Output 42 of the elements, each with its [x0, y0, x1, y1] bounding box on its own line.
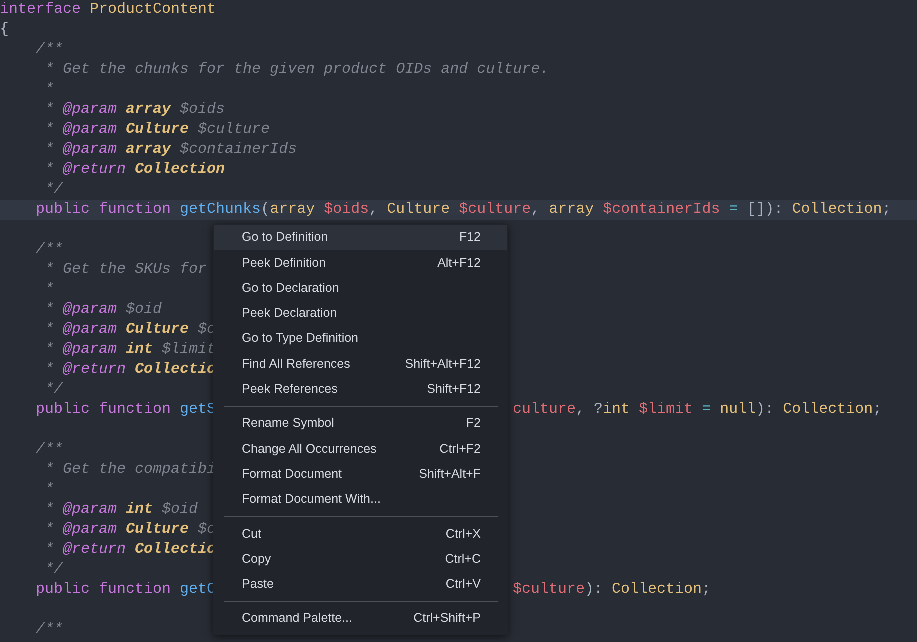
- code-line: * @return Collectio: [44, 540, 216, 560]
- code-line: $culture): Collection;: [513, 580, 712, 600]
- menu-item[interactable]: Rename Symbol F2: [214, 411, 507, 436]
- code-line: *: [44, 280, 54, 300]
- code-line: */: [44, 380, 64, 400]
- menu-item[interactable]: Find All References Shift+Alt+F12: [214, 351, 507, 377]
- menu-item[interactable]: Peek References Shift+F12: [214, 376, 507, 402]
- menu-item[interactable]: Format Document With...: [214, 486, 507, 512]
- menu-item[interactable]: Peek Declaration: [214, 300, 507, 326]
- code-line: /**: [35, 240, 64, 260]
- menu-item[interactable]: Paste Ctrl+V: [214, 572, 507, 598]
- code-line: * @param Culture $culture: [44, 120, 270, 140]
- menu-item[interactable]: Format Document Shift+Alt+F: [214, 462, 507, 487]
- menu-item[interactable]: Go to Definition F12: [214, 225, 507, 250]
- code-line: interface ProductContent: [0, 0, 216, 20]
- menu-item[interactable]: Go to Declaration: [214, 276, 507, 301]
- code-line: {: [0, 20, 10, 40]
- code-line: * @return Collection: [44, 160, 226, 180]
- code-line: *: [44, 480, 54, 500]
- menu-item[interactable]: Command Palette... Ctrl+Shift+P: [214, 606, 507, 632]
- code-line: * @param int $limit: [44, 340, 216, 360]
- code-line: /**: [35, 40, 64, 60]
- code-line: * @return Collectio: [44, 360, 216, 380]
- code-line: * Get the chunks for the given product OIDs and culture.: [44, 60, 550, 80]
- code-line: *: [44, 80, 54, 100]
- code-line: /**: [35, 440, 64, 460]
- code-line: culture, ?int $limit = null): Collection;: [513, 400, 882, 420]
- code-line: */: [44, 560, 64, 580]
- menu-item[interactable]: Peek Definition Alt+F12: [214, 250, 507, 276]
- menu-item[interactable]: Cut Ctrl+X: [214, 521, 507, 547]
- code-line: * @param array $containerIds: [44, 140, 298, 160]
- code-line: * Get the compatibi: [44, 460, 216, 480]
- code-line: */: [44, 180, 64, 200]
- menu-item[interactable]: Copy Ctrl+C: [214, 546, 507, 572]
- menu-item[interactable]: Go to Type Definition: [214, 326, 507, 352]
- menu-item[interactable]: Change All Occurrences Ctrl+F2: [214, 436, 507, 462]
- code-line: * @param int $oid: [44, 500, 198, 520]
- code-line: * @param $oid: [44, 300, 162, 320]
- code-line: * @param array $oids: [44, 100, 226, 120]
- code-line: * Get the SKUs for: [44, 260, 208, 280]
- code-line: public function getChunks(array $oids, Culture $culture, array $containerIds = []): Collection;: [35, 200, 892, 220]
- code-line: /**: [35, 620, 64, 640]
